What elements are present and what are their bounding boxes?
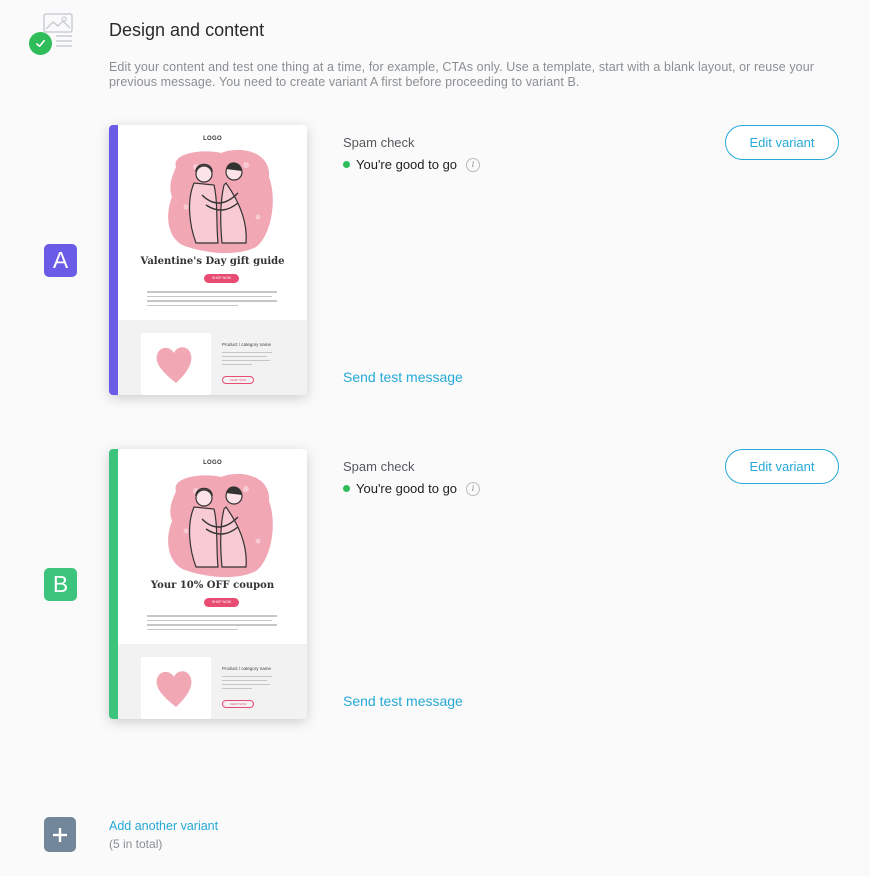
spam-status: You're good to go i xyxy=(343,157,481,172)
preview-product-text xyxy=(222,676,272,692)
preview-product-block: Product / category name SHOP NOW xyxy=(118,644,307,719)
heart-image xyxy=(141,657,211,719)
heart-image xyxy=(141,333,211,395)
couple-illustration xyxy=(166,147,276,255)
spam-status-text: You're good to go xyxy=(356,481,458,496)
preview-logo: LOGO xyxy=(203,460,222,466)
variant-b-color-bar xyxy=(109,449,118,719)
preview-headline: Your 10% OFF coupon xyxy=(150,580,275,591)
design-content-icon xyxy=(28,10,76,58)
spam-check-label: Spam check xyxy=(343,459,415,474)
variant-a-preview[interactable]: LOGO Valentine's Day gift guide SHOP NOW xyxy=(109,125,307,395)
send-test-message-b-link[interactable]: Send test message xyxy=(343,693,463,709)
preview-product-title: Product / category name xyxy=(222,342,272,347)
send-test-message-a-link[interactable]: Send test message xyxy=(343,369,463,385)
variant-a-badge: A xyxy=(44,244,77,277)
preview-product-text xyxy=(222,352,272,368)
variant-limit-note: (5 in total) xyxy=(109,837,163,851)
section-title: Design and content xyxy=(109,20,265,40)
spam-status-text: You're good to go xyxy=(356,157,458,172)
couple-illustration xyxy=(166,471,276,579)
add-variant-button[interactable] xyxy=(44,817,76,852)
section-description: Edit your content and test one thing at … xyxy=(109,60,815,89)
preview-headline: Valentine's Day gift guide xyxy=(140,256,285,267)
info-icon[interactable]: i xyxy=(466,481,481,496)
spam-status: You're good to go i xyxy=(343,481,481,496)
preview-body-text xyxy=(147,291,277,309)
preview-body-text xyxy=(147,615,277,633)
preview-product-title: Product / category name xyxy=(222,666,272,671)
edit-variant-b-button[interactable]: Edit variant xyxy=(725,449,839,484)
variant-b-preview[interactable]: LOGO Your 10% OFF coupon SHOP NOW Produc… xyxy=(109,449,307,719)
preview-product-button: SHOP NOW xyxy=(222,700,254,708)
info-icon[interactable]: i xyxy=(466,157,481,172)
preview-shop-button: SHOP NOW xyxy=(204,598,239,607)
status-dot-icon xyxy=(343,161,350,168)
spam-check-label: Spam check xyxy=(343,135,415,150)
status-dot-icon xyxy=(343,485,350,492)
preview-logo: LOGO xyxy=(203,136,222,142)
edit-variant-a-button[interactable]: Edit variant xyxy=(725,125,839,160)
variant-b-badge: B xyxy=(44,568,77,601)
add-another-variant-link[interactable]: Add another variant xyxy=(109,819,218,833)
variant-a-color-bar xyxy=(109,125,118,395)
plus-icon xyxy=(53,827,67,842)
preview-product-button: SHOP NOW xyxy=(222,376,254,384)
preview-shop-button: SHOP NOW xyxy=(204,274,239,283)
preview-product-block: Product / category name SHOP NOW xyxy=(118,320,307,395)
check-circle-icon xyxy=(29,32,52,55)
